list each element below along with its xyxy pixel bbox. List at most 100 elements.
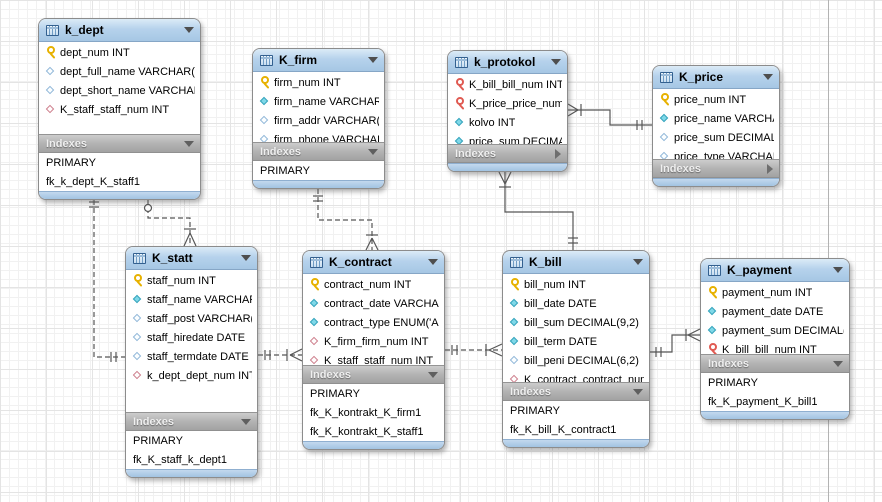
index-row[interactable]: PRIMARY (39, 153, 200, 172)
table-K_contract[interactable]: K_contractcontract_num INTcontract_date … (302, 250, 445, 450)
index-row[interactable]: fk_K_staff_k_dept1 (126, 450, 257, 469)
column-row[interactable]: firm_name VARCHAR(45) (253, 92, 384, 111)
table-K_bill[interactable]: K_billbill_num INTbill_date DATEbill_sum… (502, 250, 650, 448)
table-header[interactable]: K_statt (126, 247, 257, 270)
column-row[interactable]: firm_num INT (253, 73, 384, 92)
column-row[interactable]: dept_num INT (39, 43, 200, 62)
column-row[interactable]: price_sum DECIMAL(9,2) (448, 132, 567, 144)
table-header[interactable]: k_dept (39, 19, 200, 42)
collapse-arrow-icon[interactable] (551, 59, 561, 65)
collapse-arrow-icon[interactable] (833, 267, 843, 273)
column-row[interactable]: contract_type ENUM('A','B','C') (303, 313, 444, 332)
column-row[interactable]: k_dept_dept_num INT (126, 366, 257, 385)
relationship-k_dept-K_statt[interactable] (145, 200, 197, 246)
column-row[interactable]: K_firm_firm_num INT (303, 332, 444, 351)
column-row[interactable]: payment_date DATE (701, 302, 849, 321)
relationship-K_bill-K_payment[interactable] (650, 329, 700, 357)
column-row[interactable]: contract_num INT (303, 275, 444, 294)
collapse-arrow-icon[interactable] (633, 259, 643, 265)
expand-right-arrow-icon[interactable] (555, 149, 561, 159)
table-header[interactable]: K_firm (253, 49, 384, 72)
indexes-header[interactable]: Indexes (701, 354, 849, 373)
table-header[interactable]: K_bill (503, 251, 649, 274)
collapse-down-arrow-icon[interactable] (241, 419, 251, 425)
column-row[interactable]: dept_full_name VARCHAR(45) (39, 62, 200, 81)
indexes-header[interactable]: Indexes (448, 144, 567, 163)
index-row[interactable]: PRIMARY (253, 161, 384, 180)
collapse-down-arrow-icon[interactable] (833, 361, 843, 367)
collapse-arrow-icon[interactable] (184, 27, 194, 33)
column-row[interactable]: bill_date DATE (503, 294, 649, 313)
relationship-K_firm-K_contract[interactable] (313, 189, 378, 250)
indexes-header[interactable]: Indexes (303, 365, 444, 384)
table-header[interactable]: K_payment (701, 259, 849, 282)
table-header[interactable]: k_protokol (448, 51, 567, 74)
column-row[interactable]: price_name VARCHAR(45) (653, 109, 779, 128)
index-row[interactable]: fk_k_dept_K_staff1 (39, 172, 200, 191)
collapse-arrow-icon[interactable] (368, 57, 378, 63)
index-row[interactable]: PRIMARY (503, 401, 649, 420)
column-row[interactable]: staff_name VARCHAR(45) (126, 290, 257, 309)
column-row[interactable]: staff_termdate DATE (126, 347, 257, 366)
column-row[interactable]: staff_hiredate DATE (126, 328, 257, 347)
column-row[interactable]: bill_num INT (503, 275, 649, 294)
collapse-down-arrow-icon[interactable] (633, 389, 643, 395)
collapse-arrow-icon[interactable] (428, 259, 438, 265)
column-row[interactable]: price_sum DECIMAL(9,2) (653, 128, 779, 147)
column-row[interactable]: price_num INT (653, 90, 779, 109)
indexes-header[interactable]: Indexes (126, 412, 257, 431)
column-row[interactable]: bill_sum DECIMAL(9,2) (503, 313, 649, 332)
table-k_protokol[interactable]: k_protokolK_bill_bill_num INTK_price_pri… (447, 50, 568, 172)
collapse-arrow-icon[interactable] (241, 255, 251, 261)
index-row[interactable]: fk_K_kontrakt_K_staff1 (303, 422, 444, 441)
indexes-header[interactable]: Indexes (653, 159, 779, 178)
index-row[interactable]: fk_K_kontrakt_K_firm1 (303, 403, 444, 422)
column-row[interactable]: dept_short_name VARCHAR(10) (39, 81, 200, 100)
table-K_firm[interactable]: K_firmfirm_num INTfirm_name VARCHAR(45)f… (252, 48, 385, 189)
table-K_statt[interactable]: K_stattstaff_num INTstaff_name VARCHAR(4… (125, 246, 258, 478)
column-row[interactable]: firm_phone VARCHAR(20) (253, 130, 384, 142)
collapse-down-arrow-icon[interactable] (368, 149, 378, 155)
table-header[interactable]: K_contract (303, 251, 444, 274)
indexes-header[interactable]: Indexes (253, 142, 384, 161)
column-row[interactable]: K_staff_staff_num INT (303, 351, 444, 365)
table-K_payment[interactable]: K_paymentpayment_num INTpayment_date DAT… (700, 258, 850, 420)
table-header[interactable]: K_price (653, 66, 779, 89)
column-row[interactable]: K_staff_staff_num INT (39, 100, 200, 119)
column-row[interactable]: firm_addr VARCHAR(45) (253, 111, 384, 130)
column-row[interactable]: payment_num INT (701, 283, 849, 302)
table-K_price[interactable]: K_priceprice_num INTprice_name VARCHAR(4… (652, 65, 780, 187)
column-row[interactable]: contract_date VARCHAR(45) (303, 294, 444, 313)
column-label: bill_peni DECIMAL(6,2) (524, 355, 639, 367)
indexes-header[interactable]: Indexes (39, 134, 200, 153)
relationship-K_bill-k_protokol[interactable] (499, 172, 578, 250)
eer-diagram-canvas[interactable]: k_deptdept_num INTdept_full_name VARCHAR… (0, 0, 882, 502)
column-row[interactable]: K_contract_contract_num INT (503, 370, 649, 382)
column-row[interactable]: staff_post VARCHAR(45) (126, 309, 257, 328)
column-row[interactable]: bill_peni DECIMAL(6,2) (503, 351, 649, 370)
index-row[interactable]: fk_K_bill_K_contract1 (503, 420, 649, 439)
expand-right-arrow-icon[interactable] (767, 164, 773, 174)
column-row[interactable]: staff_num INT (126, 271, 257, 290)
collapse-down-arrow-icon[interactable] (184, 141, 194, 147)
column-row[interactable]: K_bill_bill_num INT (448, 75, 567, 94)
indexes-header[interactable]: Indexes (503, 382, 649, 401)
relationship-k_dept-K_statt[interactable] (89, 200, 125, 362)
collapse-arrow-icon[interactable] (763, 74, 773, 80)
relationship-K_contract-K_bill[interactable] (445, 344, 502, 356)
index-row[interactable]: PRIMARY (126, 431, 257, 450)
column-row[interactable]: kolvo INT (448, 113, 567, 132)
column-row[interactable]: bill_term DATE (503, 332, 649, 351)
column-row[interactable]: price_type VARCHAR(1) (653, 147, 779, 159)
table-k_dept[interactable]: k_deptdept_num INTdept_full_name VARCHAR… (38, 18, 201, 200)
index-row[interactable]: PRIMARY (303, 384, 444, 403)
column-row[interactable]: K_bill_bill_num INT (701, 340, 849, 354)
indexes-rows: PRIMARYfk_K_bill_K_contract1 (503, 401, 649, 439)
index-row[interactable]: fk_K_payment_K_bill1 (701, 392, 849, 411)
relationship-K_price-k_protokol[interactable] (568, 104, 652, 130)
column-row[interactable]: K_price_price_num INT (448, 94, 567, 113)
relationship-K_statt-K_contract[interactable] (258, 349, 302, 361)
collapse-down-arrow-icon[interactable] (428, 372, 438, 378)
column-row[interactable]: payment_sum DECIMAL(9,2) (701, 321, 849, 340)
index-row[interactable]: PRIMARY (701, 373, 849, 392)
